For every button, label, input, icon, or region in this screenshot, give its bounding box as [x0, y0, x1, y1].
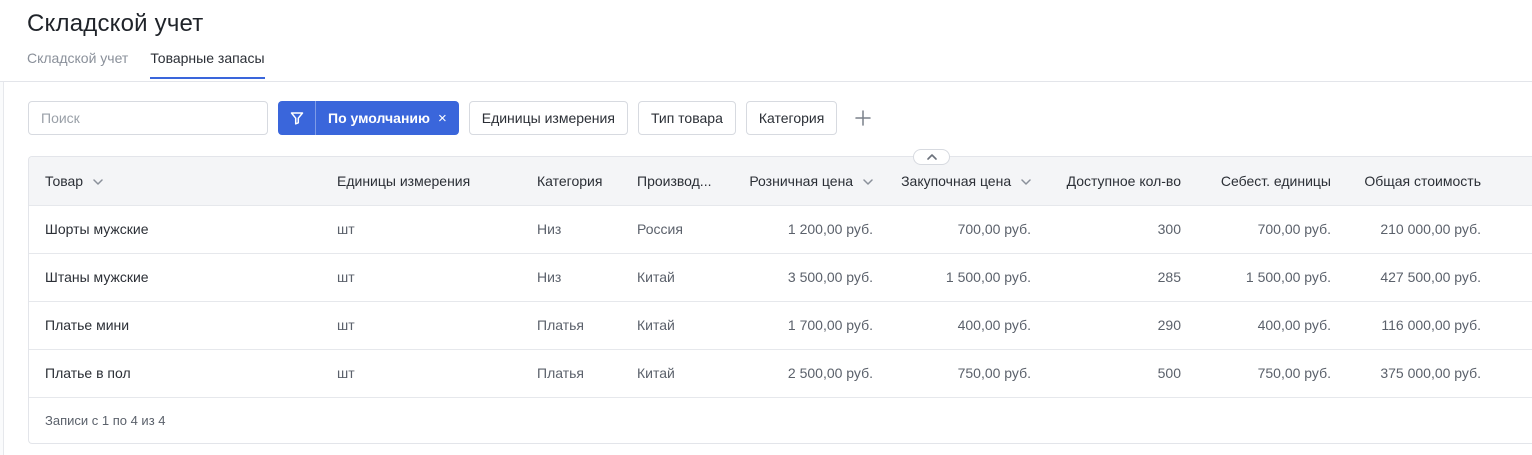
column-header-label: Розничная цена	[749, 172, 854, 189]
cell-unit-cost: 1 500,00 руб.	[1245, 269, 1331, 285]
cell-units: шт	[337, 365, 355, 382]
column-header-unit-cost[interactable]: Себест. единицы	[1189, 157, 1339, 205]
cell-retail-price: 1 200,00 руб.	[787, 221, 873, 237]
cell-category: Низ	[537, 269, 562, 285]
column-header-units[interactable]: Единицы измерения	[329, 157, 529, 205]
cell-manufacturer: Китай	[637, 317, 675, 333]
cell-product: Штаны мужские	[45, 269, 149, 285]
page-header: Складской учет Складской учет Товарные з…	[0, 0, 1532, 82]
tab-inventory[interactable]: Товарные запасы	[150, 50, 265, 79]
cell-retail-price: 2 500,00 руб.	[787, 365, 873, 382]
pagination-summary: Записи с 1 по 4 из 4	[29, 397, 1532, 443]
cell-manufacturer: Китай	[637, 365, 675, 382]
chip-category[interactable]: Категория	[745, 101, 838, 135]
cell-available-qty: 290	[1157, 317, 1181, 333]
cell-purchase-price: 400,00 руб.	[957, 317, 1031, 333]
column-header-label: Закупочная цена	[901, 172, 1012, 189]
cell-purchase-price: 1 500,00 руб.	[945, 269, 1031, 285]
cell-product: Платье мини	[45, 317, 130, 333]
cell-category: Платья	[537, 365, 584, 382]
page-title: Складской учет	[27, 10, 204, 37]
cell-retail-price: 1 700,00 руб.	[787, 317, 873, 333]
filter-label-text: По умолчанию	[328, 110, 430, 126]
close-icon[interactable]: ×	[438, 110, 447, 127]
cell-units: шт	[337, 269, 355, 285]
chip-product-type[interactable]: Тип товара	[637, 101, 736, 135]
content-panel: По умолчанию × Единицы измерения Тип тов…	[0, 82, 1532, 455]
plus-icon[interactable]	[851, 106, 875, 130]
cell-total-value: 210 000,00 руб.	[1380, 221, 1481, 237]
chip-units[interactable]: Единицы измерения	[468, 101, 628, 135]
cell-units: шт	[337, 221, 355, 237]
tab-warehouse[interactable]: Складской учет	[27, 50, 128, 79]
tabs: Складской учет Товарные запасы	[27, 50, 265, 79]
cell-total-value: 427 500,00 руб.	[1380, 269, 1481, 285]
collapse-toggle[interactable]	[913, 149, 950, 165]
cell-available-qty: 300	[1157, 221, 1181, 237]
cell-spacer	[1489, 349, 1532, 397]
table-row[interactable]: Шорты мужские шт Низ Россия 1 200,00 руб…	[29, 205, 1532, 253]
table-row[interactable]: Платье в пол шт Платья Китай 2 500,00 ру…	[29, 349, 1532, 397]
filter-icon[interactable]	[278, 101, 316, 135]
cell-spacer	[1489, 253, 1532, 301]
column-header-label: Товар	[45, 172, 84, 189]
cell-total-value: 116 000,00 руб.	[1381, 317, 1481, 333]
cell-manufacturer: Россия	[637, 221, 683, 237]
table-row[interactable]: Платье мини шт Платья Китай 1 700,00 руб…	[29, 301, 1532, 349]
cell-category: Низ	[537, 221, 562, 237]
table-row[interactable]: Штаны мужские шт Низ Китай 3 500,00 руб.…	[29, 253, 1532, 301]
cell-available-qty: 285	[1157, 269, 1181, 285]
chevron-down-icon[interactable]	[1021, 179, 1031, 185]
cell-category: Платья	[537, 317, 584, 333]
chevron-down-icon[interactable]	[863, 179, 873, 185]
cell-spacer	[1489, 301, 1532, 349]
cell-product: Платье в пол	[45, 365, 131, 382]
column-header-product[interactable]: Товар	[29, 157, 329, 205]
column-header-retail-price[interactable]: Розничная цена	[739, 157, 881, 205]
chevron-up-icon	[926, 154, 937, 160]
cell-retail-price: 3 500,00 руб.	[787, 269, 873, 285]
column-spacer	[1489, 157, 1532, 205]
chevron-down-icon[interactable]	[93, 179, 103, 185]
cell-unit-cost: 700,00 руб.	[1257, 221, 1331, 237]
column-header-purchase-price[interactable]: Закупочная цена	[881, 157, 1039, 205]
table-header-row: Товар Единицы измерения Категория Произв…	[29, 157, 1532, 205]
content-card: По умолчанию × Единицы измерения Тип тов…	[3, 82, 1532, 455]
cell-units: шт	[337, 317, 355, 333]
cell-purchase-price: 750,00 руб.	[957, 365, 1031, 382]
cell-product: Шорты мужские	[45, 221, 149, 237]
column-header-total-value[interactable]: Общая стоимость	[1339, 157, 1489, 205]
search-input[interactable]	[28, 101, 268, 135]
cell-unit-cost: 400,00 руб.	[1257, 317, 1331, 333]
column-header-category[interactable]: Категория	[529, 157, 629, 205]
filter-label: По умолчанию ×	[316, 101, 459, 135]
cell-total-value: 375 000,00 руб.	[1380, 365, 1481, 382]
default-filter-button[interactable]: По умолчанию ×	[278, 101, 459, 135]
cell-manufacturer: Китай	[637, 269, 675, 285]
cell-purchase-price: 700,00 руб.	[957, 221, 1031, 237]
cell-unit-cost: 750,00 руб.	[1257, 365, 1331, 382]
toolbar: По умолчанию × Единицы измерения Тип тов…	[28, 101, 875, 135]
column-header-manufacturer[interactable]: Производ...	[629, 157, 739, 205]
cell-available-qty: 500	[1157, 365, 1181, 382]
inventory-table: Товар Единицы измерения Категория Произв…	[28, 156, 1532, 444]
column-header-available-qty[interactable]: Доступное кол-во	[1039, 157, 1189, 205]
cell-spacer	[1489, 205, 1532, 253]
